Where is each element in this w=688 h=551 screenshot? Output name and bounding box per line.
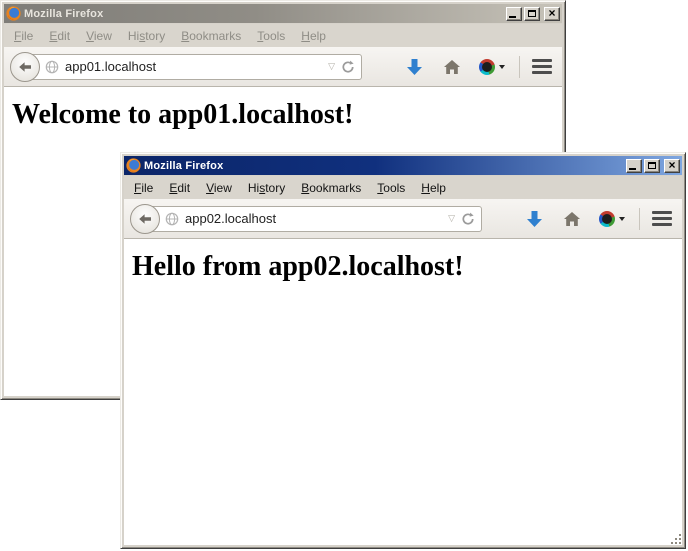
- home-icon: [443, 59, 461, 75]
- firefox-logo-icon: [126, 158, 141, 173]
- menu-icon: [652, 211, 672, 214]
- downloads-button[interactable]: [526, 210, 543, 228]
- minimize-icon: [509, 16, 516, 18]
- titlebar[interactable]: Mozilla Firefox ×: [4, 4, 562, 23]
- window-title: Mozilla Firefox: [24, 8, 503, 20]
- maximize-icon: [648, 162, 656, 169]
- toolbar-separator: [639, 208, 640, 230]
- menu-tools[interactable]: Tools: [249, 26, 293, 46]
- menu-file[interactable]: File: [126, 178, 161, 198]
- back-button[interactable]: [130, 204, 160, 234]
- urlbar-dropdown-icon[interactable]: ▽: [444, 214, 459, 223]
- addon-caret-icon: [619, 217, 625, 221]
- download-icon: [526, 210, 543, 228]
- toolbar-separator: [519, 56, 520, 78]
- home-button[interactable]: [443, 59, 461, 75]
- back-icon: [17, 59, 33, 75]
- close-button[interactable]: ×: [544, 7, 560, 21]
- navigation-toolbar: ▽: [124, 199, 682, 239]
- menu-view[interactable]: View: [78, 26, 120, 46]
- menu-bookmarks[interactable]: Bookmarks: [173, 26, 249, 46]
- menu-view[interactable]: View: [198, 178, 240, 198]
- window-controls: ×: [626, 159, 680, 173]
- back-icon: [137, 211, 153, 227]
- menu-help[interactable]: Help: [293, 26, 334, 46]
- close-icon: ×: [668, 160, 675, 170]
- back-button[interactable]: [10, 52, 40, 82]
- open-menu-button[interactable]: [532, 57, 552, 76]
- reload-icon: [341, 60, 355, 74]
- reload-button[interactable]: [339, 60, 361, 74]
- reload-button[interactable]: [459, 212, 481, 226]
- menu-edit[interactable]: Edit: [41, 26, 78, 46]
- reload-icon: [461, 212, 475, 226]
- maximize-button[interactable]: [524, 7, 540, 21]
- minimize-button[interactable]: [506, 7, 522, 21]
- home-icon: [563, 211, 581, 227]
- menu-file[interactable]: File: [6, 26, 41, 46]
- menu-bar: File Edit View History Bookmarks Tools H…: [4, 24, 562, 47]
- titlebar[interactable]: Mozilla Firefox ×: [124, 156, 682, 175]
- menu-edit[interactable]: Edit: [161, 178, 198, 198]
- menu-help[interactable]: Help: [413, 178, 454, 198]
- menu-history[interactable]: History: [120, 26, 173, 46]
- addon-color-wheel-icon: [599, 211, 615, 227]
- minimize-icon: [629, 168, 636, 170]
- url-input[interactable]: [181, 211, 444, 226]
- menu-icon: [532, 59, 552, 62]
- close-button[interactable]: ×: [664, 159, 680, 173]
- menu-bookmarks[interactable]: Bookmarks: [293, 178, 369, 198]
- firefox-logo-icon: [6, 6, 21, 21]
- download-icon: [406, 58, 423, 76]
- firefox-window-app02: Mozilla Firefox × File Edit View History…: [120, 152, 686, 549]
- url-input[interactable]: [61, 59, 324, 74]
- menu-history[interactable]: History: [240, 178, 293, 198]
- open-menu-button[interactable]: [652, 209, 672, 228]
- downloads-button[interactable]: [406, 58, 423, 76]
- page-content-app02: Hello from app02.localhost!: [124, 239, 682, 545]
- url-bar[interactable]: ▽: [26, 54, 362, 80]
- addon-caret-icon: [499, 65, 505, 69]
- page-heading: Welcome to app01.localhost!: [12, 99, 562, 131]
- maximize-button[interactable]: [644, 159, 660, 173]
- menu-bar: File Edit View History Bookmarks Tools H…: [124, 176, 682, 199]
- addon-button[interactable]: [479, 59, 505, 75]
- close-icon: ×: [548, 8, 555, 18]
- maximize-icon: [528, 10, 536, 17]
- url-bar[interactable]: ▽: [146, 206, 482, 232]
- globe-icon: [165, 212, 179, 226]
- addon-button[interactable]: [599, 211, 625, 227]
- page-heading: Hello from app02.localhost!: [132, 251, 682, 283]
- menu-tools[interactable]: Tools: [369, 178, 413, 198]
- globe-icon: [45, 60, 59, 74]
- minimize-button[interactable]: [626, 159, 642, 173]
- urlbar-dropdown-icon[interactable]: ▽: [324, 62, 339, 71]
- home-button[interactable]: [563, 211, 581, 227]
- window-controls: ×: [506, 7, 560, 21]
- resize-grip[interactable]: [670, 533, 683, 546]
- navigation-toolbar: ▽: [4, 47, 562, 87]
- addon-color-wheel-icon: [479, 59, 495, 75]
- window-title: Mozilla Firefox: [144, 160, 623, 172]
